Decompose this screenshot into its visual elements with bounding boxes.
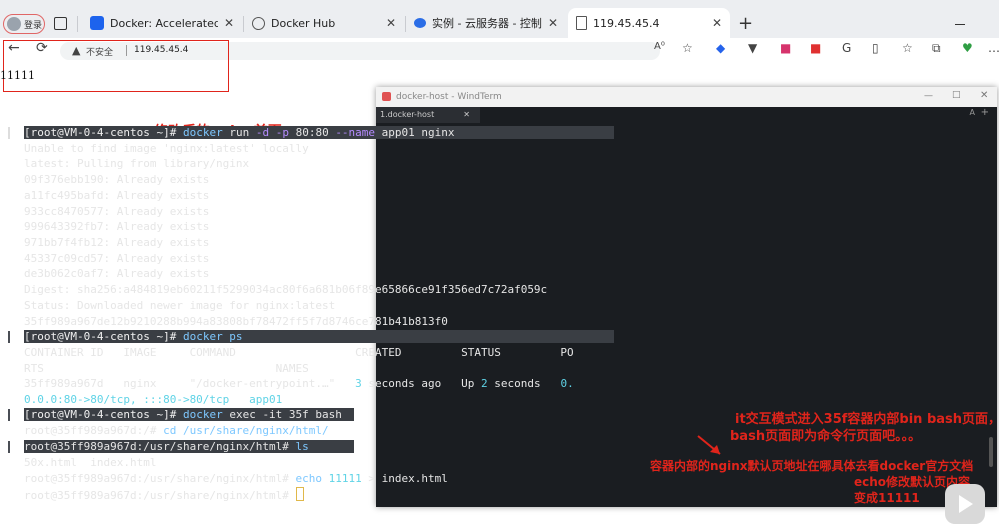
- command-marker: [8, 127, 10, 139]
- terminal-line: latest: Pulling from library/nginx: [24, 157, 250, 170]
- command-marker: [8, 331, 10, 343]
- terminal-title: docker-host - WindTerm: [396, 92, 502, 102]
- page-body-text: 11111: [0, 69, 35, 82]
- terminal-line: RTS NAMES: [24, 362, 309, 375]
- terminal-line: 0.0.0:80->80/tcp, :::80->80/tcp app01: [24, 393, 283, 406]
- tab-active-page[interactable]: 119.45.45.4 ✕: [568, 8, 730, 38]
- extension-blue-icon[interactable]: ◆: [716, 41, 725, 55]
- terminal-tab[interactable]: 1.docker-host ✕: [376, 107, 480, 123]
- extension-pink-icon[interactable]: ■: [780, 41, 791, 55]
- windterm-icon: [382, 92, 391, 101]
- tab-label: 119.45.45.4: [593, 16, 660, 30]
- terminal-cursor: [295, 487, 304, 501]
- annotation-path-note: 容器内部的nginx默认页地址在哪具体去看docker官方文档: [650, 459, 974, 473]
- annotation-exec-note-2: bash页面即为命令行页面吧。。。: [730, 429, 922, 444]
- command-marker: [8, 409, 10, 421]
- terminal-line: 999643392fb7: Already exists: [24, 220, 210, 233]
- collections-icon[interactable]: ⧉: [932, 41, 941, 56]
- profile-button[interactable]: 登录: [3, 14, 45, 34]
- tab-docker-hub[interactable]: Docker Hub ✕: [244, 8, 404, 38]
- command-marker: [8, 441, 10, 453]
- extension-green-icon[interactable]: ♥: [962, 41, 973, 55]
- read-aloud-icon[interactable]: A⁰: [654, 41, 665, 52]
- tab-label: 1.docker-host: [380, 110, 435, 119]
- terminal-line: [root@VM-0-4-centos ~]# docker ps: [24, 330, 614, 343]
- annotation-echo-note-2: 变成11111: [854, 491, 920, 505]
- terminal-tab-strip: 1.docker-host ✕ A +: [376, 107, 997, 123]
- terminal-scrollbar[interactable]: [989, 437, 993, 467]
- terminal-line: CONTAINER ID IMAGE COMMAND CREATED STATU…: [24, 346, 574, 359]
- minimize-icon[interactable]: [955, 24, 965, 25]
- favorite-star-icon[interactable]: ☆: [682, 41, 693, 55]
- avatar: [7, 17, 21, 31]
- terminal-line: Digest: sha256:a484819eb60211f5299034ac8…: [24, 283, 548, 296]
- extension-g-icon[interactable]: G: [842, 41, 851, 55]
- video-watermark-badge: [945, 484, 985, 524]
- close-icon[interactable]: ✕: [224, 16, 234, 30]
- terminal-titlebar: docker-host - WindTerm — □ ✕: [376, 87, 997, 107]
- tab-separator: [77, 16, 78, 32]
- tab-label: Docker: Accelerated Container A: [110, 16, 218, 30]
- maximize-icon[interactable]: □: [952, 90, 961, 100]
- terminal-line: 933cc8470577: Already exists: [24, 205, 210, 218]
- close-icon[interactable]: ✕: [548, 16, 558, 30]
- terminal-line: root@35ff989a967d:/usr/share/nginx/html#…: [24, 440, 354, 453]
- tab-cloud-console[interactable]: 实例 - 云服务器 - 控制台 ✕: [406, 8, 566, 38]
- terminal-line: 50x.html index.html: [24, 456, 157, 469]
- close-icon[interactable]: ✕: [463, 107, 470, 123]
- terminal-line: 09f376ebb190: Already exists: [24, 173, 210, 186]
- minimize-icon[interactable]: —: [924, 91, 933, 101]
- cloud-icon: [414, 18, 426, 28]
- terminal-line: Status: Downloaded newer image for nginx…: [24, 299, 336, 312]
- terminal-line: de3b062c0af7: Already exists: [24, 267, 210, 280]
- extension-filter-icon[interactable]: ▼: [748, 41, 757, 55]
- annotation-arrow: [697, 435, 721, 455]
- terminal-line: root@35ff989a967d:/usr/share/nginx/html#…: [24, 472, 448, 485]
- browser-tab-bar: 登录 Docker: Accelerated Container A ✕ Doc…: [0, 0, 999, 38]
- new-tab-button[interactable]: +: [738, 13, 753, 34]
- play-icon: [959, 495, 973, 513]
- terminal-line: 45337c09cd57: Already exists: [24, 252, 210, 265]
- split-screen-icon[interactable]: ▯: [872, 41, 879, 55]
- docker-icon: [90, 16, 104, 30]
- close-icon[interactable]: ✕: [980, 90, 988, 101]
- terminal-line: 971bb7f4fb12: Already exists: [24, 236, 210, 249]
- profile-label: 登录: [24, 20, 43, 31]
- terminal-line: Unable to find image 'nginx:latest' loca…: [24, 142, 309, 155]
- terminal-window: docker-host - WindTerm — □ ✕ 1.docker-ho…: [376, 87, 997, 507]
- terminal-line: 35ff989a967de12b9210288b994a83808bf78472…: [24, 315, 448, 328]
- tab-label: Docker Hub: [271, 16, 336, 30]
- extension-red-icon[interactable]: ■: [810, 41, 821, 55]
- favorites-icon[interactable]: ☆: [902, 41, 913, 55]
- tab-menu-icon[interactable]: A: [970, 108, 975, 117]
- tab-docker-accelerated[interactable]: Docker: Accelerated Container A ✕: [82, 8, 242, 38]
- terminal-line: root@35ff989a967d:/# cd /usr/share/nginx…: [24, 424, 329, 437]
- workspaces-icon[interactable]: [54, 17, 67, 30]
- page-icon: [576, 16, 587, 30]
- more-icon[interactable]: …: [988, 41, 999, 55]
- close-icon[interactable]: ✕: [712, 16, 722, 30]
- close-icon[interactable]: ✕: [386, 16, 396, 30]
- terminal-line: 35ff989a967d nginx "/docker-entrypoint.……: [24, 377, 574, 390]
- globe-icon: [252, 16, 265, 30]
- highlight-box: [3, 40, 229, 92]
- terminal-line: [root@VM-0-4-centos ~]# docker exec -it …: [24, 408, 354, 421]
- terminal-line: [root@VM-0-4-centos ~]# docker run -d -p…: [24, 126, 614, 139]
- tab-label: 实例 - 云服务器 - 控制台: [432, 17, 542, 30]
- terminal-input-line[interactable]: root@35ff989a967d:/usr/share/nginx/html#: [24, 487, 304, 502]
- tab-add-icon[interactable]: +: [981, 107, 989, 118]
- terminal-line: a11fc495bafd: Already exists: [24, 189, 210, 202]
